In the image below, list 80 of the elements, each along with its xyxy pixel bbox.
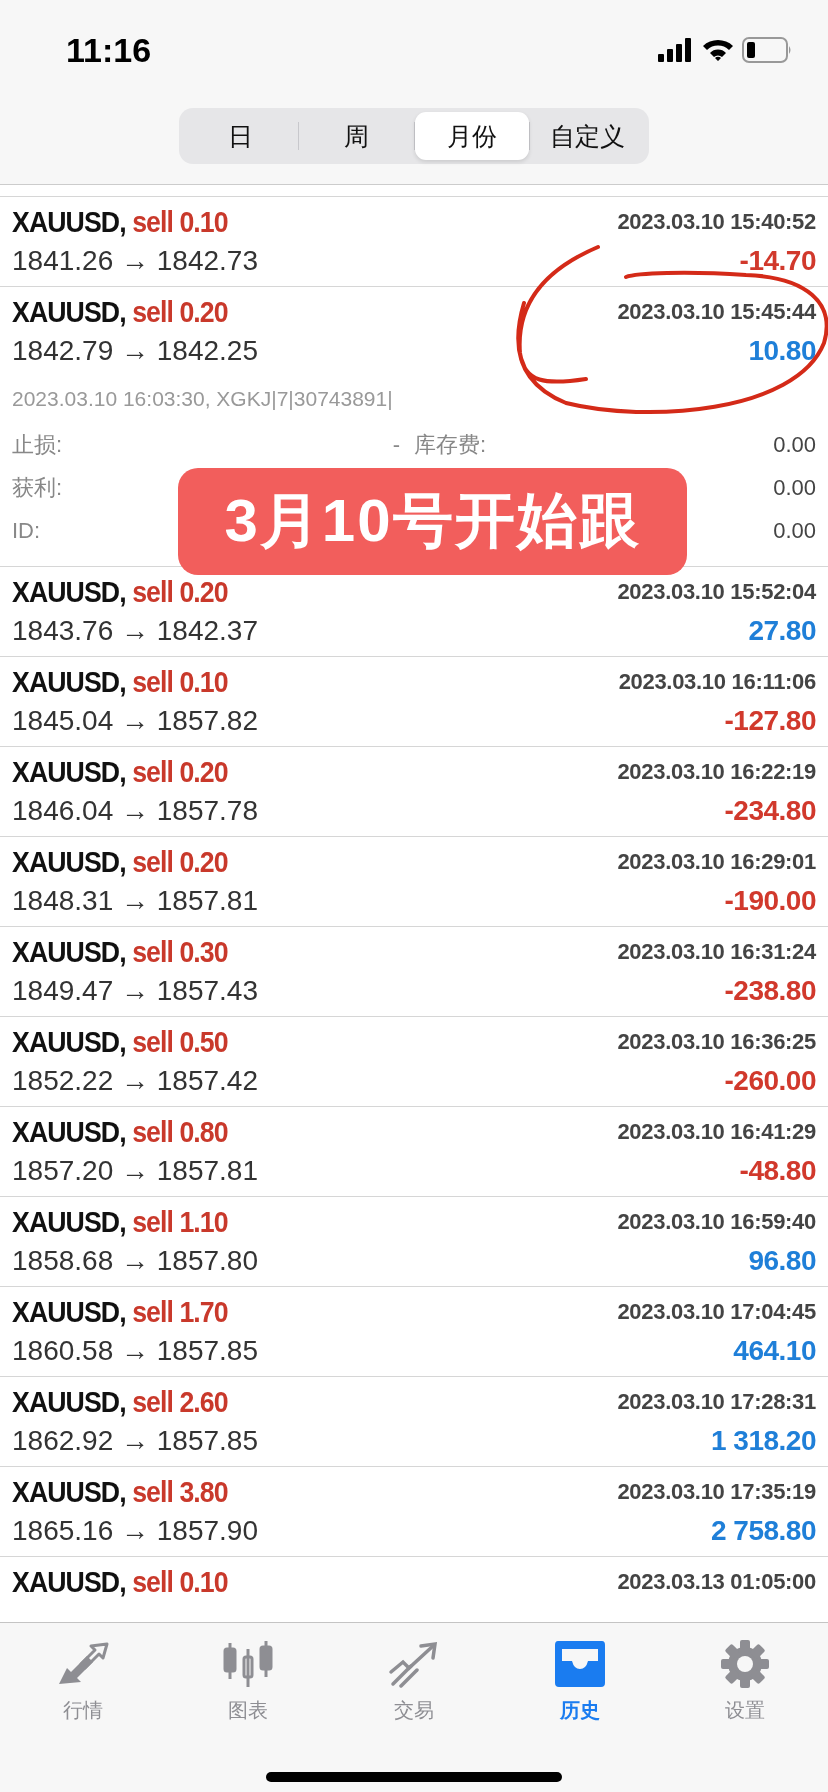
trade-title: XAUUSD, sell 0.10 [12,205,228,239]
trade-profit: 464.10 [733,1335,816,1367]
period-tab[interactable]: 周 [298,112,414,160]
trade-profit: 27.80 [748,615,816,647]
trade-title: XAUUSD, sell 0.20 [12,295,228,329]
field-value: 0.00 [773,517,816,544]
trade-time: 2023.03.10 16:29:01 [617,849,816,875]
period-tab[interactable]: 月份 [414,112,530,160]
trade-title: XAUUSD, sell 0.20 [12,755,228,789]
trade-time: 2023.03.10 16:22:19 [617,759,816,785]
trade-time: 2023.03.10 16:59:40 [617,1209,816,1235]
trade-prices: 1848.31 → 1857.81 [12,885,258,917]
trade-title: XAUUSD, sell 0.20 [12,845,228,879]
trade-prices: 1845.04 → 1857.82 [12,705,258,737]
trade-time: 2023.03.10 17:35:19 [617,1479,816,1505]
field-value: - [392,431,401,458]
clock-time: 11:16 [66,30,152,70]
trade-time: 2023.03.10 16:11:06 [618,669,816,695]
tab-bar-item[interactable]: 设置 [662,1637,828,1724]
field-value: 0.00 [773,474,816,501]
trade-comment: 2023.03.10 16:03:30, XGKJ|7|30743891| [12,386,394,412]
trade-title: XAUUSD, sell 1.10 [12,1205,228,1239]
field-label: ID: [12,517,41,544]
trade-time: 2023.03.10 17:04:45 [617,1299,816,1325]
trade-prices: 1857.20 → 1857.81 [12,1155,258,1187]
trade-profit: -234.80 [724,795,816,827]
trade-time: 2023.03.10 15:52:04 [617,579,816,605]
trade-title: XAUUSD, sell 2.60 [12,1385,228,1419]
trade-prices: 1852.22 → 1857.42 [12,1065,258,1097]
field-label: 获利: [12,473,63,502]
period-tab[interactable]: 日 [183,112,298,160]
trade-profit: 2 758.80 [711,1515,816,1547]
trade-profit: 10.80 [748,335,816,367]
trade-profit: -48.80 [739,1155,816,1187]
trade-time: 2023.03.10 16:41:29 [617,1119,816,1145]
trade-profit: 1 318.20 [711,1425,816,1457]
field-label: 止损: [12,430,63,459]
trade-title: XAUUSD, sell 0.80 [12,1115,228,1149]
trade-time: 2023.03.10 17:28:31 [617,1389,816,1415]
trade-time: 2023.03.10 16:31:24 [617,939,816,965]
tab-bar-item[interactable]: 行情 [0,1637,166,1724]
inbox-tray-icon [553,1639,606,1689]
trade-prices: 1858.68 → 1857.80 [12,1245,258,1277]
trade-title: XAUUSD, sell 0.20 [12,575,228,609]
trade-prices: 1860.58 → 1857.85 [12,1335,258,1367]
trade-prices: 1849.47 → 1857.43 [12,975,258,1007]
signal-icon [658,38,694,62]
trade-prices: 1846.04 → 1857.78 [12,795,258,827]
tab-bar-item[interactable]: 历史 [496,1637,663,1724]
trade-time: 2023.03.10 16:36:25 [617,1029,816,1055]
trade-title: XAUUSD, sell 0.10 [12,665,228,699]
trade-profit: -190.00 [724,885,816,917]
field-value: 0.00 [773,431,816,458]
trade-prices: 1843.76 → 1842.37 [12,615,258,647]
trade-profit: -14.70 [739,245,816,277]
trade-profit: -260.00 [724,1065,816,1097]
settings-icon [720,1639,771,1689]
trade-title: XAUUSD, sell 3.80 [12,1475,228,1509]
trade-title: XAUUSD, sell 0.50 [12,1025,228,1059]
trade-title: XAUUSD, sell 1.70 [12,1295,228,1329]
wifi-icon [702,38,734,62]
battery-icon [742,37,792,63]
tab-bar-item[interactable]: 图表 [165,1637,332,1724]
trade-profit: -238.80 [724,975,816,1007]
caption-banner: 3月10号开始跟 [178,468,687,575]
trade-prices: 1842.79 → 1842.25 [12,335,258,367]
trade-title: XAUUSD, sell 0.30 [12,935,228,969]
trade-prices: 1865.16 → 1857.90 [12,1515,258,1547]
period-tab[interactable]: 自定义 [530,112,645,160]
tab-bar-item[interactable]: 交易 [331,1637,497,1724]
trade-title: XAUUSD, sell 0.10 [12,1565,228,1599]
trade-time: 2023.03.10 15:40:52 [617,209,816,235]
trade-time: 2023.03.10 15:45:44 [617,299,816,325]
trade-prices: 1841.26 → 1842.73 [12,245,258,277]
trade-prices: 1862.92 → 1857.85 [12,1425,258,1457]
trade-profit: 96.80 [748,1245,816,1277]
trade-time: 2023.03.13 01:05:00 [617,1569,816,1595]
trade-profit: -127.80 [724,705,816,737]
candlestick-icon [222,1639,275,1689]
field-label: 库存费: [414,430,487,459]
